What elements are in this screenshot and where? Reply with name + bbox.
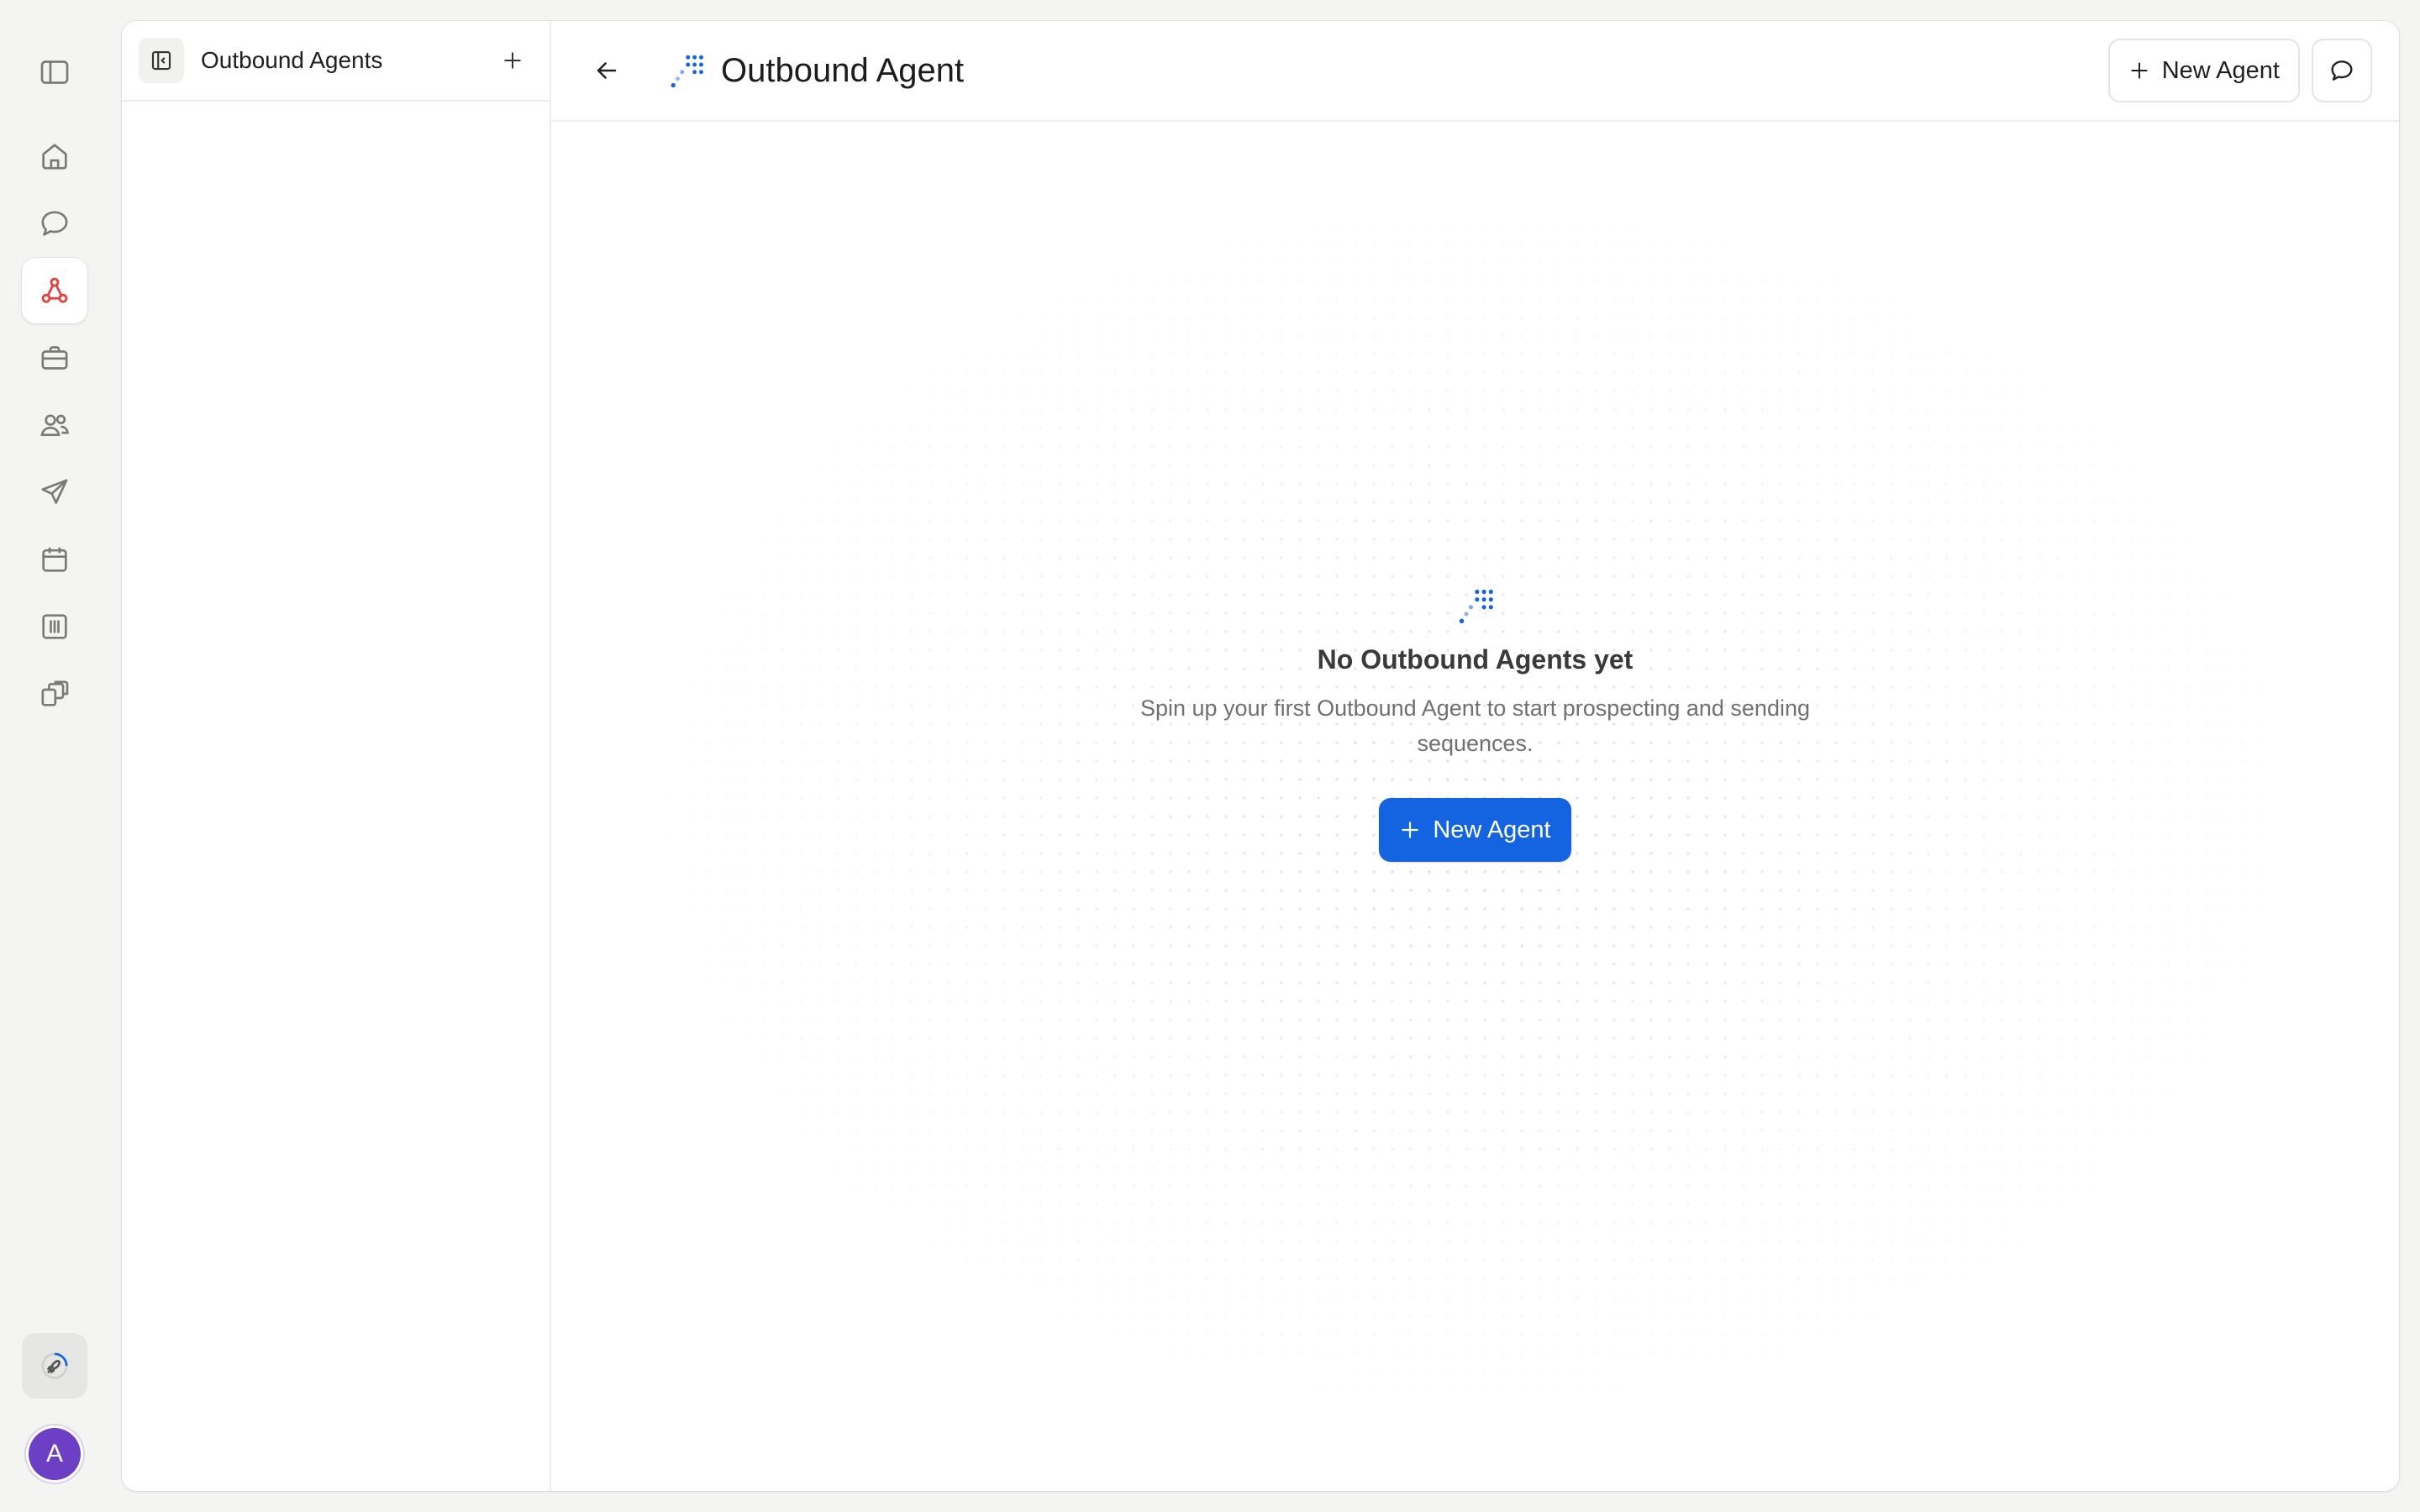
list-pane-title: Outbound Agents xyxy=(201,47,383,73)
sidebar-toggle-icon xyxy=(40,60,69,84)
empty-state-new-agent-button[interactable]: New Agent xyxy=(1379,798,1571,862)
header-new-agent-button[interactable]: New Agent xyxy=(2107,39,2300,102)
nav-agents-button[interactable] xyxy=(22,258,87,323)
send-icon xyxy=(41,479,68,504)
header-new-agent-label: New Agent xyxy=(2161,56,2280,84)
page-title: Outbound Agent xyxy=(721,51,965,89)
page-header: Outbound Agent New Agent xyxy=(551,21,2399,122)
home-icon xyxy=(42,144,67,170)
empty-state: No Outbound Agents yet Spin up your firs… xyxy=(551,587,2399,862)
sidebar-toggle-button[interactable] xyxy=(22,39,87,105)
chat-bubble-icon xyxy=(2331,60,2353,81)
plus-icon xyxy=(2131,62,2148,79)
agents-list-pane: Outbound Agents xyxy=(122,21,551,1491)
add-agent-button[interactable] xyxy=(492,40,533,81)
nav-chat-button[interactable] xyxy=(22,191,87,256)
agents-network-icon xyxy=(41,277,68,303)
list-pane-header: Outbound Agents xyxy=(122,21,550,102)
rocket-launch-icon xyxy=(41,1352,68,1379)
plus-icon xyxy=(1402,822,1419,838)
integrations-icon xyxy=(41,680,69,706)
nav-home-button[interactable] xyxy=(22,123,87,189)
onboarding-launch-button[interactable] xyxy=(22,1333,87,1399)
user-avatar[interactable]: A xyxy=(29,1428,81,1480)
avatar-initial: A xyxy=(45,1440,63,1467)
briefcase-icon xyxy=(41,346,68,370)
back-button[interactable] xyxy=(585,49,629,92)
nav-integrations-button[interactable] xyxy=(22,661,87,727)
header-chat-button[interactable] xyxy=(2312,39,2372,102)
panel-collapse-icon xyxy=(151,50,171,71)
chat-bubble-icon xyxy=(41,211,68,236)
nav-contacts-button[interactable] xyxy=(22,392,87,458)
plus-icon xyxy=(504,52,521,69)
empty-state-description: Spin up your first Outbound Agent to sta… xyxy=(1139,696,1810,756)
nav-outbound-button[interactable] xyxy=(22,459,87,525)
outbound-agent-logo-icon xyxy=(671,55,703,88)
agent-content-pane: Outbound Agent New Agent No Outbound Age… xyxy=(551,21,2399,1491)
nav-calendar-button[interactable] xyxy=(22,527,87,592)
app-nav-rail: A xyxy=(0,0,118,1512)
calendar-icon xyxy=(42,547,67,572)
table-columns-icon xyxy=(42,614,67,639)
nav-jobs-button[interactable] xyxy=(22,325,87,391)
arrow-left-icon xyxy=(597,62,617,79)
main-card: Outbound Agents Outbound Agent New Agent… xyxy=(122,21,2399,1491)
empty-state-new-agent-label: New Agent xyxy=(1433,816,1551,843)
contacts-icon xyxy=(40,414,70,436)
nav-tables-button[interactable] xyxy=(22,594,87,659)
outbound-agent-logo-icon xyxy=(1459,589,1493,624)
empty-state-title: No Outbound Agents yet xyxy=(1317,644,1634,675)
collapse-list-button[interactable] xyxy=(139,38,184,83)
